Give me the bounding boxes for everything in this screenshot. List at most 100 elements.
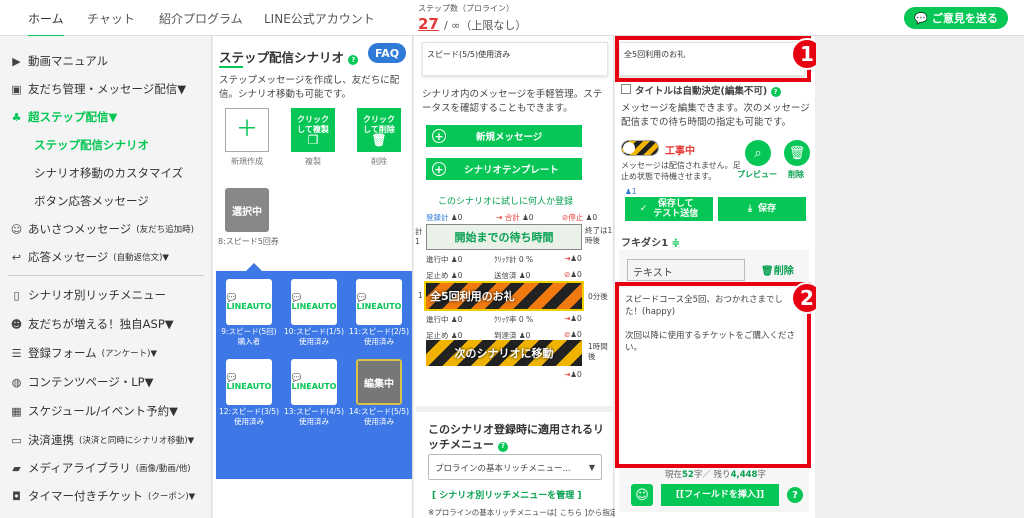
sidebar-item-label: コンテンツページ・LP▼ <box>28 375 154 389</box>
test-register-link[interactable]: このシナリオに試しに何人か登録 <box>438 194 573 207</box>
scenario-name-header: スピード(5/5)使用済み <box>422 42 608 76</box>
move-scenario-bar[interactable]: 次のシナリオに移動 <box>426 340 582 366</box>
scenario-card-editing[interactable]: 編集中 <box>356 359 402 405</box>
message-card-icon: 💬 LINEAUTO <box>291 373 337 391</box>
progress-label: 進行中 <box>426 255 449 264</box>
scenario-title-text: ステップ配信シナリオ <box>219 50 345 65</box>
total-value: 0 <box>528 213 534 222</box>
sidebar-item-note: (画像/動画/他) <box>135 464 191 474</box>
sidebar-item-friends[interactable]: ▣ 友だち管理・メッセージ配信▼ <box>10 81 186 97</box>
wait-time-bar[interactable]: 開始までの待ち時間 <box>426 224 582 250</box>
scenario-card[interactable]: 💬 LINEAUTO <box>226 279 272 325</box>
exit-value: 0 <box>577 254 582 263</box>
rich-menu-select[interactable]: プロラインの基本リッチメニュー... ▼ <box>428 454 602 480</box>
save-test-button[interactable]: ✓ 保存して テスト送信 <box>625 197 713 221</box>
message-bar-thanks[interactable]: 全5回利用のお礼 <box>424 281 584 311</box>
preview-button[interactable]: ⌕ <box>745 140 771 166</box>
bubble-delete-button[interactable]: 🗑削除 <box>761 262 794 277</box>
delete-message-button[interactable]: 🗑 <box>784 140 810 166</box>
auto-title-checkbox[interactable] <box>621 84 631 94</box>
insert-field-button[interactable]: [[フィールドを挿入]] <box>661 484 779 506</box>
new-message-button[interactable]: + 新規メッセージ <box>426 125 582 147</box>
faq-button[interactable]: FAQ <box>368 43 406 63</box>
duplicate-label: クリック して複製 <box>297 115 329 134</box>
new-scenario-button[interactable]: ＋ <box>225 108 269 152</box>
progress-stat: 進行中 ♟0 <box>426 255 463 264</box>
speech-bubble-icon: 💬 <box>914 11 928 25</box>
message-card-icon: 💬 LINEAUTO <box>226 373 272 391</box>
sidebar-item-label: タイマー付きチケット <box>28 489 143 503</box>
move-exit-value: 0 <box>577 370 582 379</box>
sidebar-item-super-step[interactable]: ♣ 超ステップ配信▼ <box>10 109 118 125</box>
scenario-card[interactable]: 💬 LINEAUTO <box>226 359 272 405</box>
phone-icon: ▯ <box>13 288 20 302</box>
top-bar: ホーム チャット 紹介プログラム LINE公式アカウント ステップ数（プロライン… <box>0 0 1024 37</box>
sidebar-item-asp[interactable]: ☻ 友だちが増える！独自ASP▼ <box>10 316 174 332</box>
message-card-icon: 💬 LINEAUTO <box>226 293 272 311</box>
status-toggle[interactable] <box>621 140 659 156</box>
sidebar-item-rich-menu[interactable]: ▯ シナリオ別リッチメニュー <box>10 287 166 303</box>
scenario-panel: ステップ配信シナリオ ? FAQ ステップメッセージを作成し、友だちに配信。シナ… <box>213 36 413 518</box>
drag-handle-icon[interactable]: ≑ <box>672 238 680 249</box>
sidebar-item-payment[interactable]: ▭ 決済連携 (決済と同時にシナリオ移動)▼ <box>10 432 194 448</box>
tab-chat[interactable]: チャット <box>87 10 135 27</box>
friends-icon: ☻ <box>10 317 23 331</box>
step-count-value[interactable]: 27 <box>418 15 439 33</box>
help-icon[interactable]: ? <box>348 55 359 65</box>
sidebar-subitem-scenario-move[interactable]: シナリオ移動のカスタマイズ <box>34 165 183 181</box>
sidebar-item-label: 登録フォーム <box>28 346 97 360</box>
sidebar-item-video-manual[interactable]: ▶ 動画マニュアル <box>10 53 108 69</box>
message-delay: 0分後 <box>588 292 608 301</box>
help-icon[interactable]: ? <box>770 87 781 97</box>
sidebar-item-label: 動画マニュアル <box>28 54 109 68</box>
emoji-button[interactable]: ☺ <box>631 484 653 506</box>
sidebar-item-label: スケジュール/イベント予約▼ <box>28 404 178 418</box>
scenario-card-selected[interactable]: 選択中 <box>225 188 269 232</box>
sidebar-item-content-page[interactable]: ◍ コンテンツページ・LP▼ <box>10 374 154 390</box>
sidebar-item-ticket[interactable]: ◘ タイマー付きチケット (クーポン)▼ <box>10 488 195 504</box>
help-icon[interactable]: ? <box>497 441 508 452</box>
flow-description: シナリオ内のメッセージを手軽管理。ステータスを確認することもできます。 <box>422 89 603 114</box>
scenario-card[interactable]: 💬 LINEAUTO <box>356 279 402 325</box>
tab-referral[interactable]: 紹介プログラム <box>159 10 243 27</box>
help-icon[interactable]: ? <box>787 487 803 503</box>
exit-icon: ⇥ <box>496 213 503 222</box>
manage-rich-menu-link[interactable]: [ シナリオ別リッチメニューを管理 ] <box>432 488 582 501</box>
bubble-delete-label: 削除 <box>773 266 794 277</box>
stop-stat: ⊘♟0 <box>564 330 582 339</box>
sidebar-item-label: 超ステップ配信▼ <box>28 110 118 124</box>
sidebar-subitem-step-scenario[interactable]: ステップ配信シナリオ <box>34 137 149 153</box>
sidebar-item-media[interactable]: ▰ メディアライブラリ (画像/動画/他) <box>10 460 191 476</box>
sidebar-item-note: (友だち追加時) <box>136 225 194 235</box>
tab-line-official[interactable]: LINE公式アカウント <box>264 10 375 27</box>
sidebar-item-auto-reply[interactable]: ↩ 応答メッセージ (自動返信文)▼ <box>10 249 169 265</box>
delete-scenario-button[interactable]: クリック して削除 🗑 <box>357 108 401 152</box>
registered-value: 0 <box>457 213 463 222</box>
sidebar-item-form[interactable]: ☰ 登録フォーム (アンケート)▼ <box>10 345 157 361</box>
scenario-card-caption: 9:スピード(5回)購入者 <box>221 327 277 346</box>
step-count: ステップ数（プロライン） 27 / ∞（上限なし） <box>418 3 526 33</box>
save-button[interactable]: ⤓ 保存 <box>718 197 806 221</box>
scenario-template-button[interactable]: + シナリオテンプレート <box>426 158 582 180</box>
chat-icon: ☺ <box>10 222 23 236</box>
reply-icon: ↩ <box>11 250 22 264</box>
rich-menu-title-text: このシナリオ登録時に適用されるリッチメニュー <box>428 423 604 451</box>
delete-label: クリック して削除 <box>363 115 395 134</box>
scenario-card[interactable]: 💬 LINEAUTO <box>291 359 337 405</box>
duplicate-button[interactable]: クリック して複製 ❐ <box>291 108 335 152</box>
status-note: メッセージは配信されません。足止め状態で待機させます。 <box>621 161 741 181</box>
message-type-select[interactable]: テキスト <box>627 259 745 281</box>
feedback-button[interactable]: 💬 ご意見を送る <box>904 7 1008 29</box>
sidebar-item-greeting[interactable]: ☺ あいさつメッセージ (友だち追加時) <box>10 221 194 237</box>
sidebar-subitem-button-reply[interactable]: ボタン応答メッセージ <box>34 193 149 209</box>
plus-icon: + <box>432 129 446 143</box>
scenario-card[interactable]: 💬 LINEAUTO <box>291 279 337 325</box>
tab-home[interactable]: ホーム <box>28 10 64 37</box>
trash-icon: 🗑 <box>761 266 774 277</box>
sidebar-item-note: (アンケート)▼ <box>101 349 157 359</box>
sidebar-item-schedule[interactable]: ▦ スケジュール/イベント予約▼ <box>10 403 178 419</box>
rich-menu-selected: プロラインの基本リッチメニュー... <box>435 464 571 474</box>
message-editor-panel: 全5回利用のお礼 タイトルは自動決定(編集不可) ? メッセージを編集できます。… <box>615 36 823 518</box>
sidebar-item-label: あいさつメッセージ <box>28 222 132 236</box>
plus-icon: + <box>432 162 446 176</box>
